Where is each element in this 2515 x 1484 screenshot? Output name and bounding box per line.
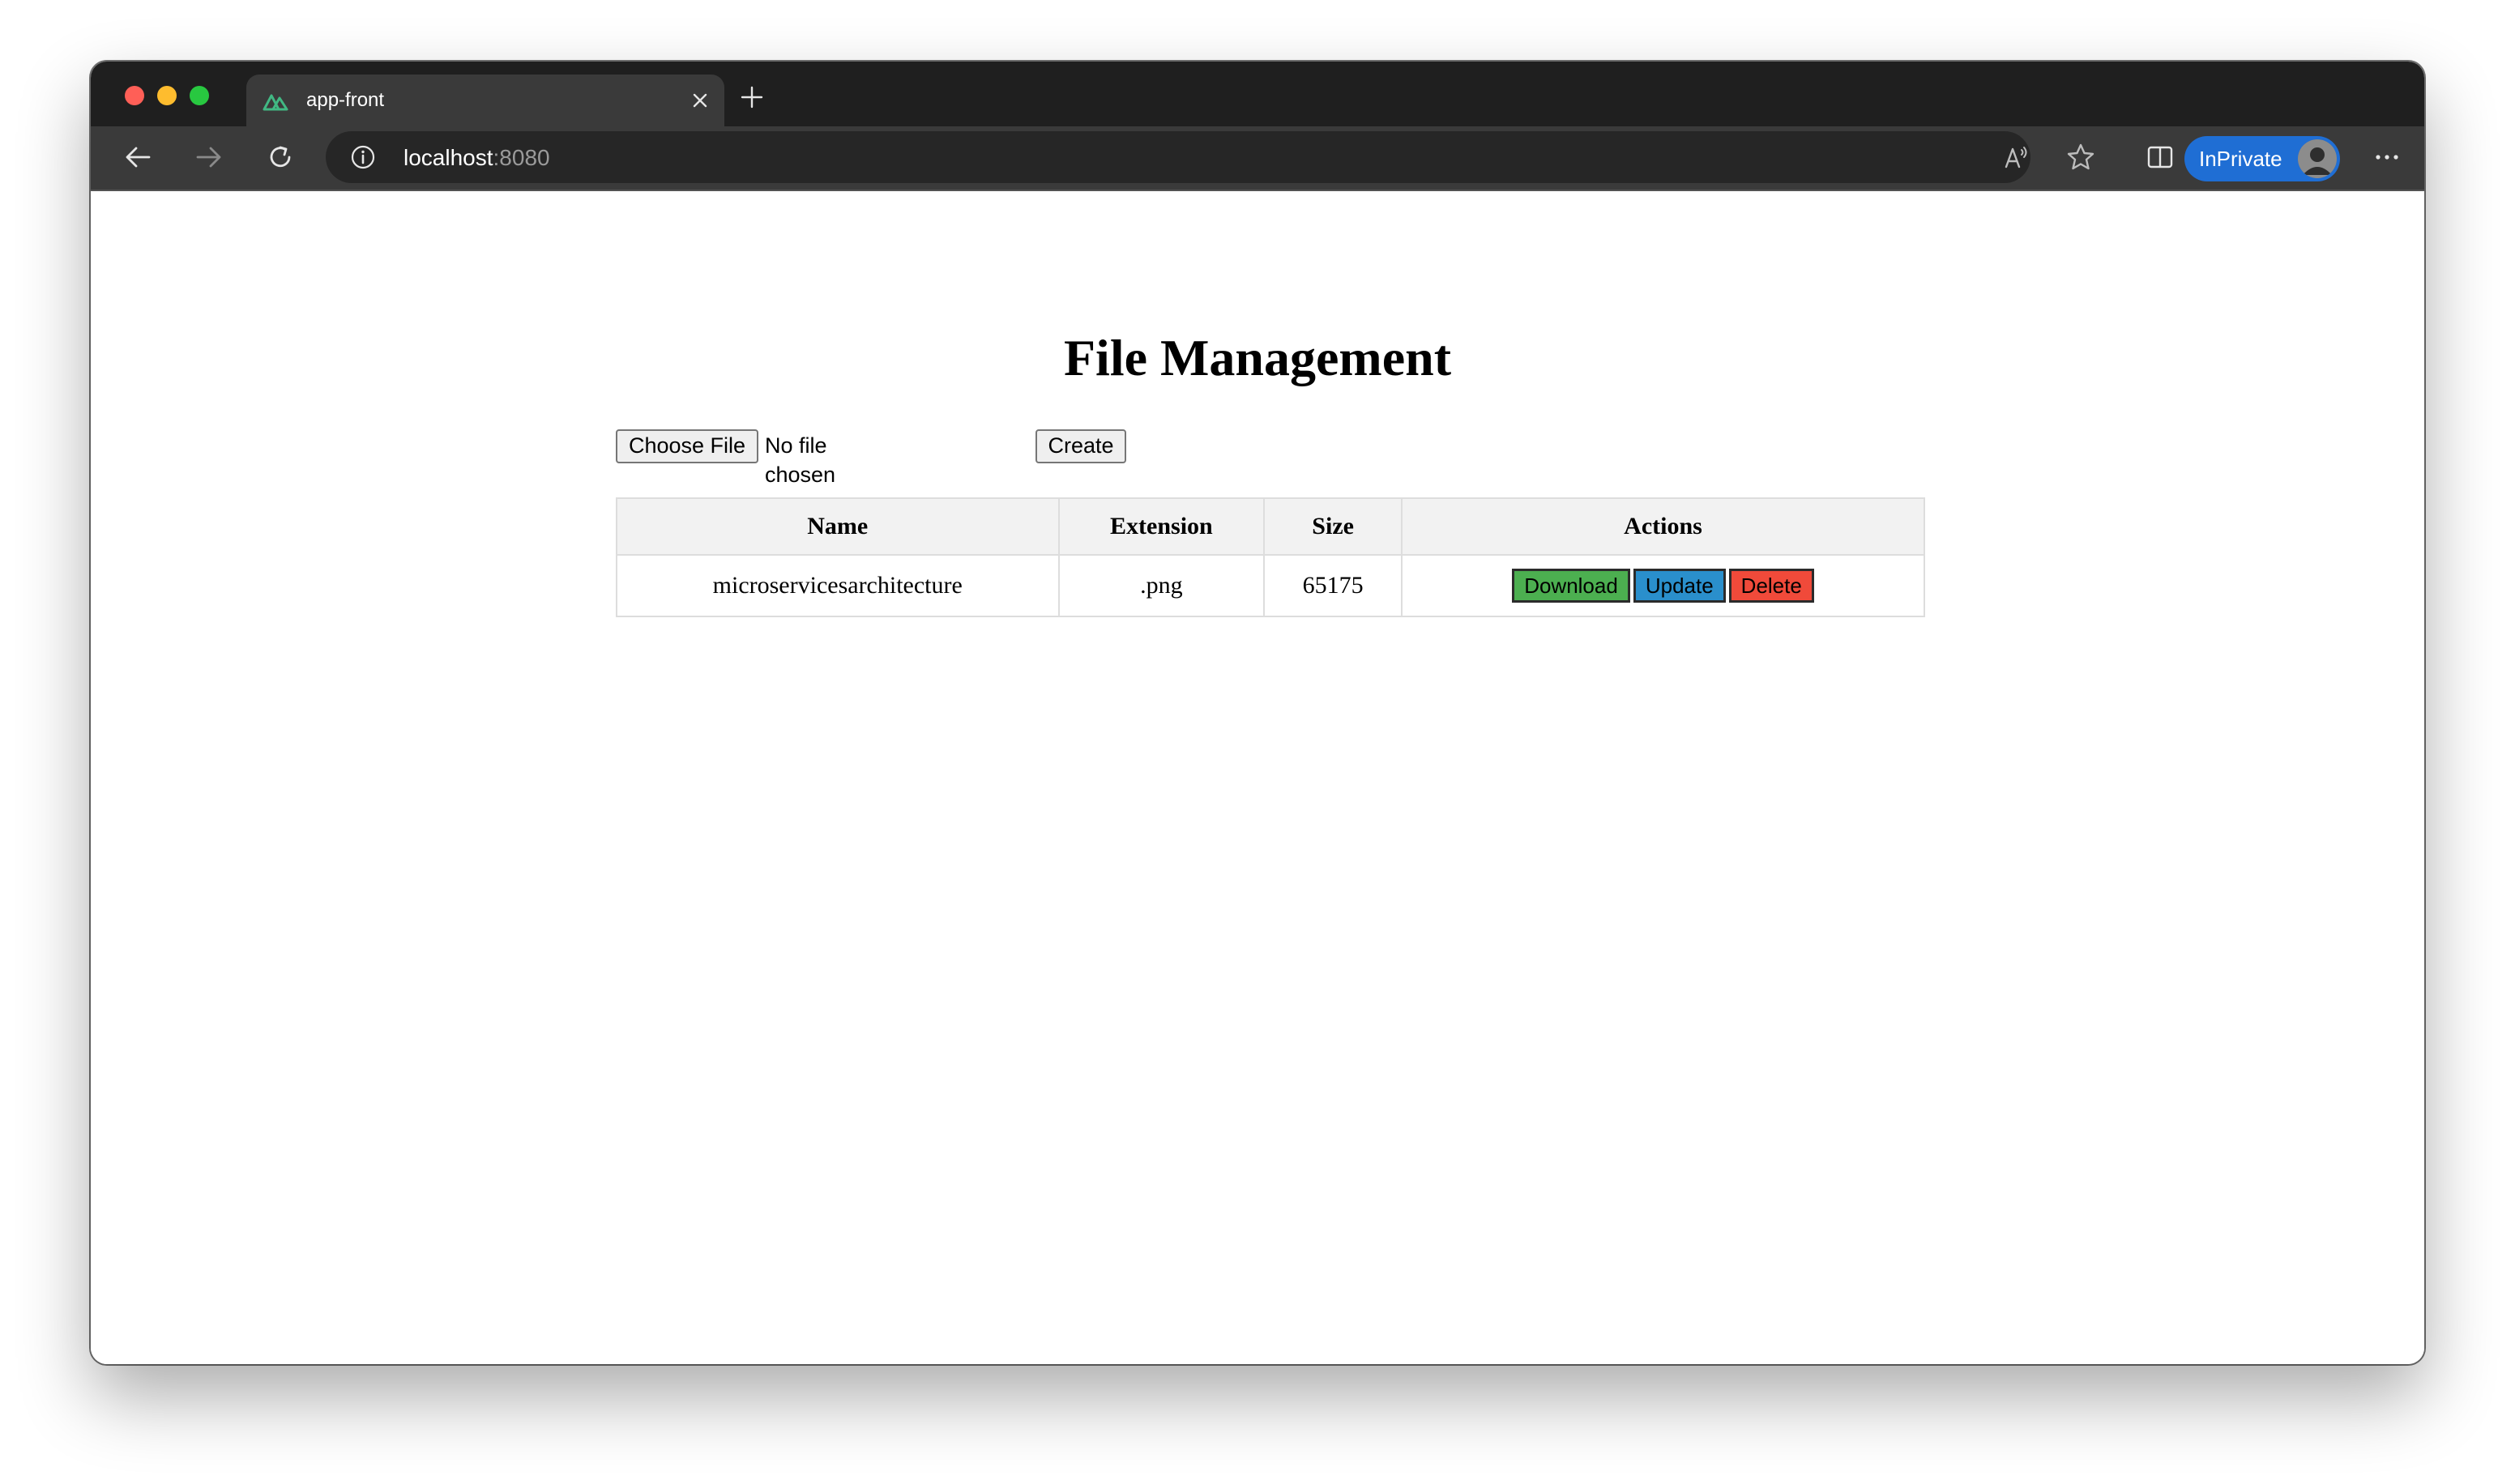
url-port: :8080	[493, 145, 550, 170]
close-window-button[interactable]	[125, 86, 144, 105]
column-header-extension: Extension	[1057, 497, 1266, 556]
inprivate-badge[interactable]: InPrivate	[2184, 136, 2340, 181]
column-header-name: Name	[616, 497, 1060, 556]
maximize-window-button[interactable]	[190, 86, 209, 105]
inprivate-label: InPrivate	[2199, 147, 2282, 171]
address-bar[interactable]: localhost:8080	[326, 131, 2030, 183]
create-button[interactable]: Create	[1035, 429, 1126, 463]
minimize-window-button[interactable]	[157, 86, 177, 105]
profile-icon	[2298, 139, 2337, 178]
files-table: Name Extension Size Actions microservice…	[616, 497, 1925, 617]
avatar	[2298, 139, 2337, 178]
download-button[interactable]: Download	[1512, 569, 1630, 603]
favorite-star-icon[interactable]	[2065, 141, 2097, 173]
vue-logo-icon	[263, 94, 288, 111]
plus-icon[interactable]	[739, 84, 765, 110]
page-title: File Management	[1063, 329, 1452, 386]
tab-bar: app-front	[91, 62, 2424, 126]
file-actions-cell: Download Update Delete	[1401, 554, 1925, 617]
browser-toolbar: localhost:8080 InPrivate	[91, 126, 2424, 191]
tab-app-front[interactable]: app-front	[246, 75, 724, 126]
info-icon[interactable]	[350, 144, 376, 170]
url-host: localhost	[404, 145, 493, 170]
read-aloud-icon[interactable]	[2000, 141, 2032, 173]
file-name-cell: microservicesarchitecture	[616, 554, 1060, 617]
back-arrow-icon[interactable]	[122, 141, 154, 173]
file-extension-cell: .png	[1057, 554, 1266, 617]
choose-file-button[interactable]: Choose File	[616, 429, 758, 463]
column-header-size: Size	[1263, 497, 1403, 556]
delete-button[interactable]: Delete	[1728, 569, 1814, 603]
file-status-text: No file chosen	[765, 433, 836, 487]
url-text: localhost:8080	[404, 145, 550, 171]
browser-window: app-front localhost:8080 InPrivate File …	[91, 62, 2424, 1364]
update-button[interactable]: Update	[1633, 569, 1726, 603]
tab-title: app-front	[306, 89, 385, 111]
refresh-icon[interactable]	[264, 141, 297, 173]
close-icon[interactable]	[690, 91, 710, 110]
column-header-actions: Actions	[1401, 497, 1925, 556]
file-size-cell: 65175	[1263, 554, 1403, 617]
forward-arrow-icon[interactable]	[193, 141, 225, 173]
table-header-row: Name Extension Size Actions	[616, 497, 1925, 556]
more-options-icon[interactable]	[2371, 141, 2403, 173]
table-row: microservicesarchitecture .png 65175 Dow…	[616, 554, 1925, 617]
split-screen-icon[interactable]	[2144, 141, 2176, 173]
page-content: File Management Choose File No file chos…	[91, 191, 2424, 1364]
